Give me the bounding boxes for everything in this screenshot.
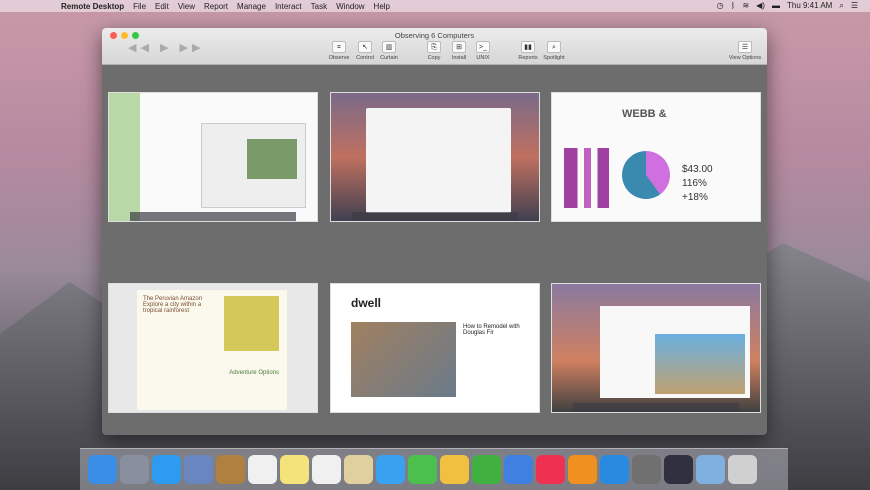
menu-edit[interactable]: Edit xyxy=(155,2,169,11)
dock-app-icon[interactable] xyxy=(88,455,117,484)
menu-bar: Remote Desktop File Edit View Report Man… xyxy=(0,0,870,12)
dock-app-icon[interactable] xyxy=(376,455,405,484)
stat-percent: 116% xyxy=(682,178,707,189)
title-bar: Observing 6 Computers ◀◀ ▶ ▶▶ ⌗ Observe ↖… xyxy=(102,28,767,65)
view-options-button[interactable]: ☰ View Options xyxy=(729,41,761,61)
curtain-button[interactable]: ▥ Curtain xyxy=(376,41,402,61)
dock xyxy=(80,448,788,490)
dock-app-icon[interactable] xyxy=(728,455,757,484)
computer-thumbnail-4[interactable]: The Peruvian Amazon Explore a city withi… xyxy=(108,283,318,413)
search-icon: ⌕ xyxy=(547,41,561,53)
unix-button[interactable]: >_ UNIX xyxy=(470,41,496,61)
dock-app-icon[interactable] xyxy=(568,455,597,484)
doc-subheading: Adventure Options xyxy=(229,370,279,376)
control-button[interactable]: ↖ Control xyxy=(352,41,378,61)
remote-desktop-window: Observing 6 Computers ◀◀ ▶ ▶▶ ⌗ Observe ↖… xyxy=(102,28,767,435)
menu-task[interactable]: Task xyxy=(311,2,327,11)
menu-view[interactable]: View xyxy=(178,2,195,11)
playback-controls[interactable]: ◀◀ ▶ ▶▶ xyxy=(128,41,204,54)
menu-manage[interactable]: Manage xyxy=(237,2,266,11)
menu-help[interactable]: Help xyxy=(374,2,390,11)
dock-app-icon[interactable] xyxy=(344,455,373,484)
dock-app-icon[interactable] xyxy=(120,455,149,484)
install-icon: ⊞ xyxy=(452,41,466,53)
bluetooth-icon[interactable]: ᛒ xyxy=(731,1,736,11)
copy-button[interactable]: ⎘ Copy xyxy=(421,41,447,61)
spotlight-button[interactable]: ⌕ Spotlight xyxy=(541,41,567,61)
article-headline: How to Remodel with Douglas Fir xyxy=(463,324,520,336)
volume-icon[interactable]: ◀) xyxy=(756,1,765,11)
binoculars-icon: ⌗ xyxy=(332,41,346,53)
menu-file[interactable]: File xyxy=(133,2,146,11)
computer-thumbnail-6[interactable] xyxy=(551,283,761,413)
dock-app-icon[interactable] xyxy=(312,455,341,484)
dock-app-icon[interactable] xyxy=(664,455,693,484)
window-title: Observing 6 Computers xyxy=(394,31,475,40)
install-button[interactable]: ⊞ Install xyxy=(446,41,472,61)
menu-report[interactable]: Report xyxy=(204,2,228,11)
terminal-icon: >_ xyxy=(476,41,490,53)
reports-icon: ▮▮ xyxy=(521,41,535,53)
computer-thumbnail-2[interactable] xyxy=(330,92,540,222)
dock-app-icon[interactable] xyxy=(632,455,661,484)
dock-app-icon[interactable] xyxy=(248,455,277,484)
dock-app-icon[interactable] xyxy=(152,455,181,484)
spotlight-icon[interactable]: ⌕ xyxy=(839,1,843,11)
stat-value: $43.00 xyxy=(682,164,713,175)
computer-thumbnail-1[interactable] xyxy=(108,92,318,222)
dock-app-icon[interactable] xyxy=(408,455,437,484)
dock-app-icon[interactable] xyxy=(216,455,245,484)
clock[interactable]: Thu 9:41 AM xyxy=(787,1,832,11)
notification-center-icon[interactable]: ☰ xyxy=(851,1,858,11)
list-icon: ☰ xyxy=(738,41,752,53)
stat-change: +18% xyxy=(682,192,708,203)
wifi-icon[interactable]: ≋ xyxy=(742,1,749,11)
dock-app-icon[interactable] xyxy=(472,455,501,484)
dock-app-icon[interactable] xyxy=(696,455,725,484)
app-menu[interactable]: Remote Desktop xyxy=(61,2,124,11)
menu-interact[interactable]: Interact xyxy=(275,2,302,11)
dock-app-icon[interactable] xyxy=(536,455,565,484)
computer-thumbnail-5[interactable]: dwell How to Remodel with Douglas Fir xyxy=(330,283,540,413)
computer-thumbnail-3[interactable]: WEBB & $43.00 116% +18% xyxy=(551,92,761,222)
dock-app-icon[interactable] xyxy=(600,455,629,484)
dock-app-icon[interactable] xyxy=(440,455,469,484)
reports-button[interactable]: ▮▮ Reports xyxy=(515,41,541,61)
dock-app-icon[interactable] xyxy=(504,455,533,484)
pointer-icon: ↖ xyxy=(358,41,372,53)
battery-icon[interactable]: ▬ xyxy=(772,1,780,11)
copy-icon: ⎘ xyxy=(427,41,441,53)
curtain-icon: ▥ xyxy=(382,41,396,53)
menu-window[interactable]: Window xyxy=(336,2,364,11)
dock-app-icon[interactable] xyxy=(280,455,309,484)
site-logo: dwell xyxy=(351,296,382,310)
observe-button[interactable]: ⌗ Observe xyxy=(326,41,352,61)
dock-app-icon[interactable] xyxy=(184,455,213,484)
doc-heading: The Peruvian Amazon Explore a city withi… xyxy=(143,296,203,314)
time-machine-icon[interactable]: ◷ xyxy=(717,1,724,11)
